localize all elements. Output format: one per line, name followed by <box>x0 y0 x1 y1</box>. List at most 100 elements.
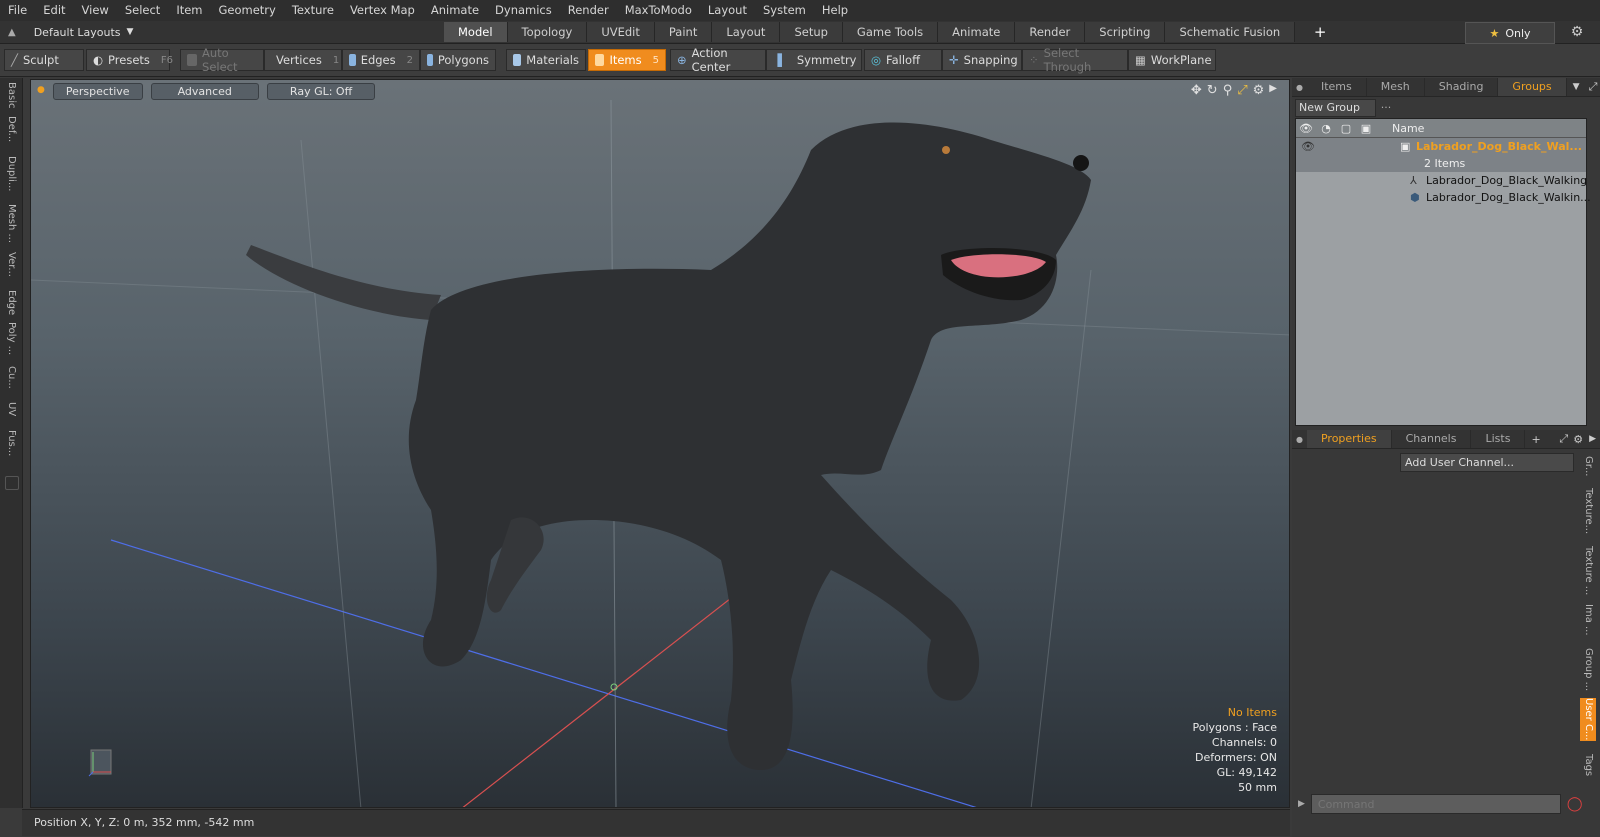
tab-layout[interactable]: Layout <box>712 22 781 42</box>
tab-schematic-fusion[interactable]: Schematic Fusion <box>1165 22 1296 42</box>
only-button[interactable]: ★ Only <box>1465 22 1555 44</box>
record-icon[interactable]: ◯ <box>1567 796 1583 812</box>
vtab-deform[interactable]: Def... <box>2 116 20 142</box>
group-visibility-icon[interactable]: 👁 <box>1301 138 1315 155</box>
vtab-image[interactable]: Ima ... <box>1580 604 1596 636</box>
advanced-button[interactable]: Advanced <box>150 83 259 100</box>
menu-geometry[interactable]: Geometry <box>211 0 284 21</box>
vtab-basic[interactable]: Basic <box>2 82 20 108</box>
zoom-icon[interactable]: ⚲ <box>1223 83 1233 98</box>
new-group-button[interactable]: New Group <box>1295 99 1376 117</box>
tab-properties[interactable]: Properties <box>1306 430 1392 448</box>
menu-texture[interactable]: Texture <box>284 0 342 21</box>
menu-animate[interactable]: Animate <box>423 0 487 21</box>
menu-system[interactable]: System <box>755 0 814 21</box>
vtab-tags[interactable]: Tags <box>1580 754 1596 776</box>
tab-topology[interactable]: Topology <box>507 22 588 42</box>
rotate-icon[interactable]: ↻ <box>1207 83 1218 98</box>
vtab-duplicate[interactable]: Dupli... <box>2 156 20 191</box>
polygons-button[interactable]: Polygons <box>420 49 496 71</box>
menu-view[interactable]: View <box>74 0 117 21</box>
vtab-fusion[interactable]: Fus... <box>2 430 20 456</box>
menu-file[interactable]: File <box>0 0 35 21</box>
vtab-group[interactable]: Gr... <box>1580 456 1596 476</box>
menu-vertex-map[interactable]: Vertex Map <box>342 0 423 21</box>
tab-channels[interactable]: Channels <box>1392 430 1472 448</box>
menu-maxtomodo[interactable]: MaxToModo <box>617 0 700 21</box>
vtab-polygon[interactable]: Poly ... <box>2 322 20 355</box>
vtab-edge[interactable]: Edge <box>2 290 20 315</box>
edges-icon <box>349 54 356 66</box>
items-button[interactable]: Items 5 <box>588 49 666 71</box>
raygl-button[interactable]: Ray GL: Off <box>266 83 376 100</box>
props-menu-icon[interactable]: ▶ <box>1585 434 1600 444</box>
materials-button[interactable]: Materials <box>506 49 586 71</box>
3d-viewport[interactable]: ● Perspective Advanced Ray GL: Off ✥ ↻ ⚲… <box>30 79 1290 808</box>
props-gear-icon[interactable]: ⚙ <box>1571 433 1585 446</box>
fit-icon[interactable]: ⤢ <box>1237 83 1247 98</box>
visibility-eye-icon[interactable]: 👁 <box>1296 122 1316 135</box>
layout-dropdown[interactable]: ▲ Default Layouts ▼ <box>8 21 133 43</box>
tab-mesh[interactable]: Mesh ... <box>1367 78 1425 111</box>
vtab-mesh[interactable]: Mesh ... <box>2 204 20 243</box>
expand-icon[interactable]: ⤢ <box>1586 80 1600 94</box>
tab-game-tools[interactable]: Game Tools <box>842 22 939 42</box>
list-item[interactable]: ⅄ Labrador_Dog_Black_Walking <box>1296 172 1587 189</box>
presets-button[interactable]: ◐ Presets F6 <box>86 49 173 71</box>
symmetry-button[interactable]: ▐ Symmetry <box>766 49 862 71</box>
viewport-gear-icon[interactable]: ⚙ <box>1253 83 1265 98</box>
add-tab-button[interactable]: + <box>1295 22 1345 42</box>
sculpt-button[interactable]: ╱ Sculpt <box>4 49 84 71</box>
strip-toggle-button[interactable] <box>5 476 19 490</box>
pan-icon[interactable]: ✥ <box>1191 83 1202 98</box>
select-through-button[interactable]: ⁘ Select Through <box>1022 46 1128 74</box>
render-icon[interactable]: ◔ <box>1316 122 1336 135</box>
tabs-chevron-down-icon[interactable]: ▼ <box>1567 82 1586 92</box>
perspective-button[interactable]: Perspective <box>52 83 143 100</box>
falloff-button[interactable]: ◎ Falloff <box>864 49 942 71</box>
vtab-curve[interactable]: Cu... <box>2 366 20 389</box>
tab-setup[interactable]: Setup <box>780 22 843 42</box>
group-row[interactable]: 👁 ▣ Labrador_Dog_Black_Wal... <box>1296 138 1586 155</box>
vtab-user-channels[interactable]: User C... <box>1580 698 1596 741</box>
menu-edit[interactable]: Edit <box>35 0 73 21</box>
menu-help[interactable]: Help <box>814 0 856 21</box>
lock-icon[interactable]: ▢ <box>1336 122 1356 135</box>
tab-paint[interactable]: Paint <box>654 22 713 42</box>
select-icon[interactable]: ▣ <box>1356 122 1376 135</box>
tab-animate[interactable]: Animate <box>938 22 1016 42</box>
tab-lists[interactable]: Lists <box>1471 430 1526 448</box>
action-center-button[interactable]: ⊕ Action Center <box>670 46 766 74</box>
gear-icon[interactable]: ⚙ <box>1568 23 1586 41</box>
collapse-arrow-icon[interactable]: ▲ <box>8 27 16 38</box>
menu-render[interactable]: Render <box>560 0 617 21</box>
command-input[interactable] <box>1310 794 1561 814</box>
tab-scripting[interactable]: Scripting <box>1085 22 1166 42</box>
vertices-button[interactable]: Vertices 1 <box>264 49 342 71</box>
vtab-uv[interactable]: UV <box>2 402 20 416</box>
tab-items[interactable]: Items <box>1307 78 1367 96</box>
workplane-label: WorkPlane <box>1150 53 1212 67</box>
tab-groups[interactable]: Groups <box>1498 78 1567 96</box>
menu-select[interactable]: Select <box>117 0 168 21</box>
vtab-group-2[interactable]: Group ... <box>1580 648 1596 691</box>
edges-button[interactable]: Edges 2 <box>342 49 420 71</box>
vtab-vertex[interactable]: Ver... <box>2 252 20 277</box>
vtab-texture-1[interactable]: Texture... <box>1580 488 1596 534</box>
menu-dynamics[interactable]: Dynamics <box>487 0 560 21</box>
auto-select-button[interactable]: Auto Select <box>180 46 264 74</box>
tab-uvedit[interactable]: UVEdit <box>587 22 655 42</box>
tab-model[interactable]: Model <box>444 22 508 42</box>
add-props-tab-icon[interactable]: + <box>1525 433 1546 446</box>
vtab-texture-2[interactable]: Texture ... <box>1580 546 1596 595</box>
list-item[interactable]: ⬢ Labrador_Dog_Black_Walkin... <box>1296 189 1591 206</box>
snapping-button[interactable]: ✛ Snapping <box>942 49 1022 71</box>
workplane-button[interactable]: ▦ WorkPlane <box>1128 49 1216 71</box>
viewport-menu-icon[interactable]: ▶ <box>1269 83 1277 98</box>
props-expand-icon[interactable]: ⤢ <box>1556 432 1571 446</box>
menu-layout[interactable]: Layout <box>700 0 755 21</box>
add-user-channel-button[interactable]: Add User Channel... <box>1400 453 1574 472</box>
tab-shading[interactable]: Shading <box>1425 78 1499 96</box>
menu-item[interactable]: Item <box>168 0 210 21</box>
tab-render[interactable]: Render <box>1015 22 1086 42</box>
